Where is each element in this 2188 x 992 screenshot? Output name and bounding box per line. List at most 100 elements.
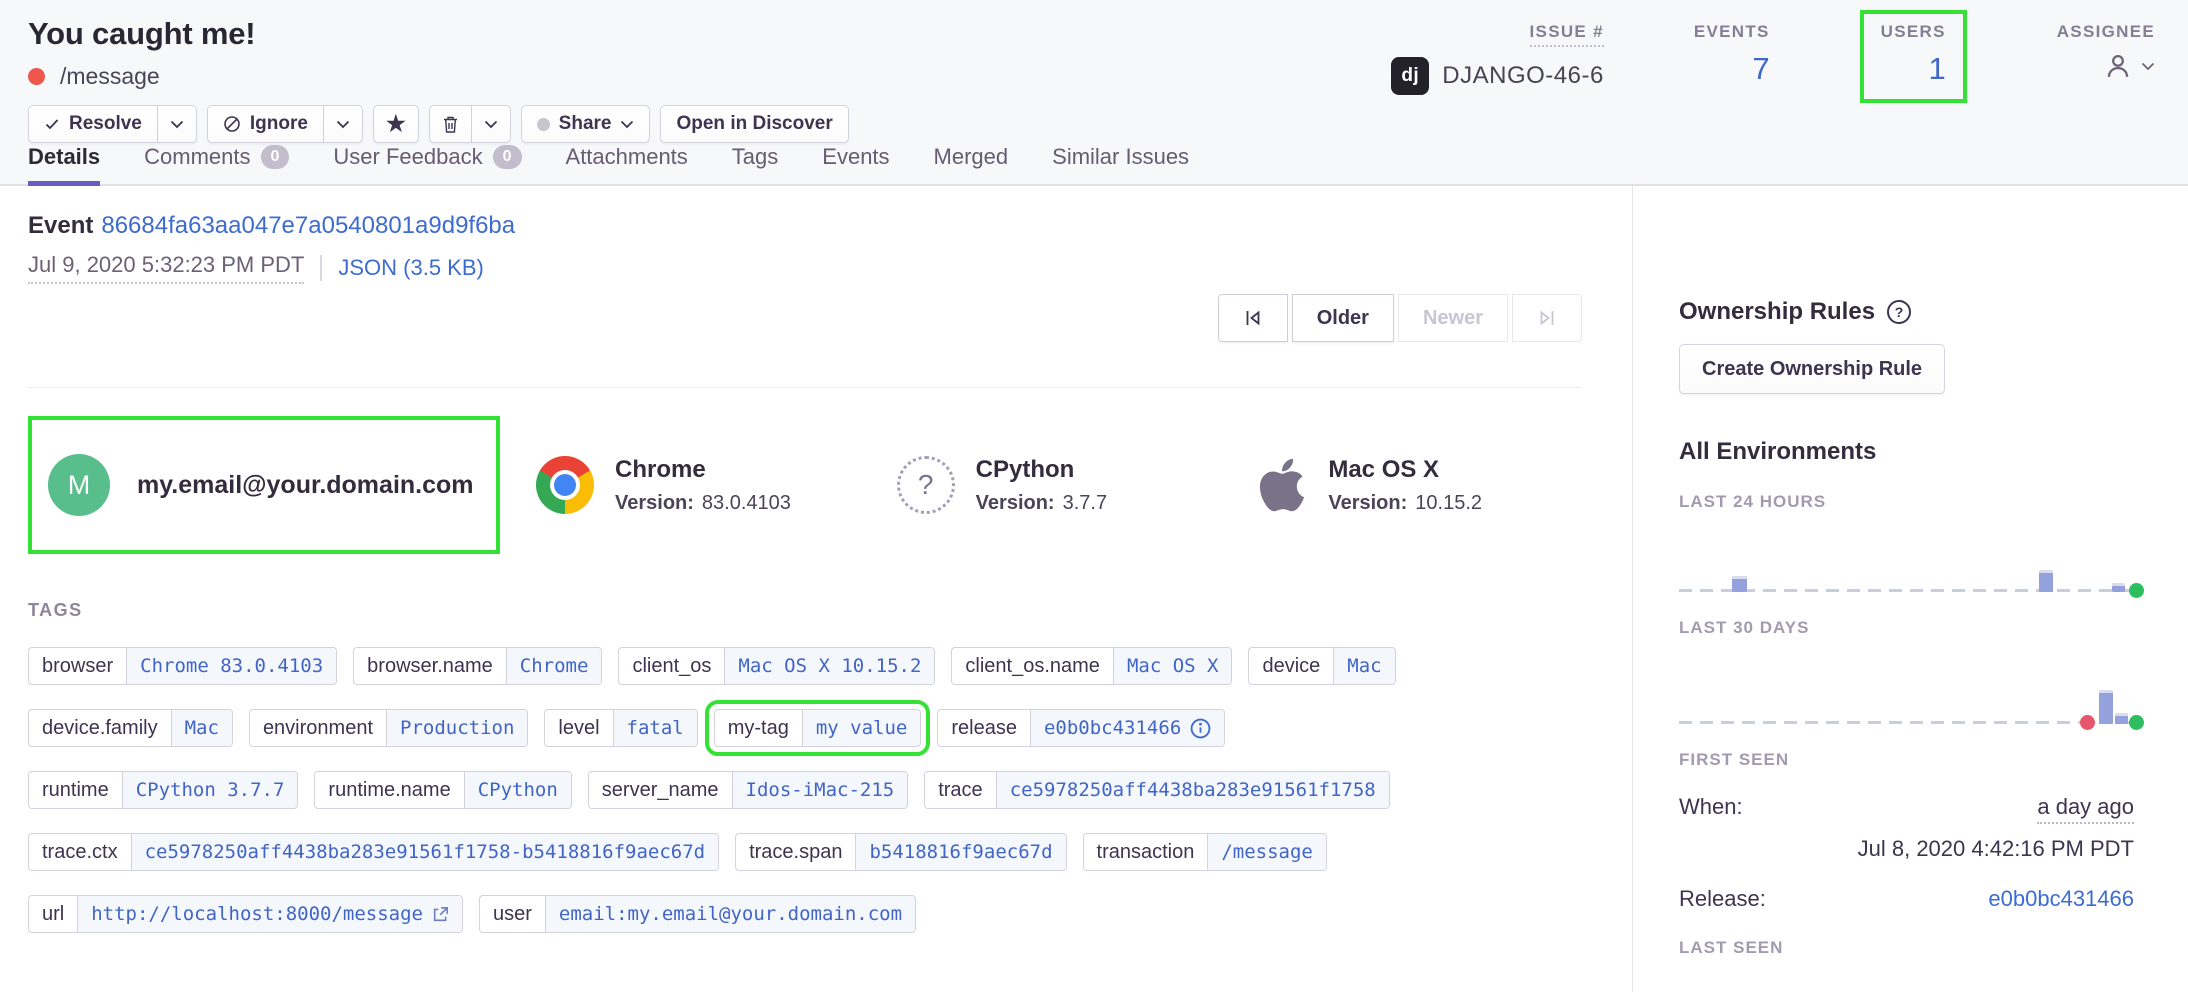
tab-count-badge: 0 bbox=[493, 145, 522, 169]
tab-tags[interactable]: Tags bbox=[732, 144, 778, 186]
tag-key: server_name bbox=[589, 772, 733, 808]
tag-value-link[interactable]: e0b0bc431466 bbox=[1031, 710, 1224, 746]
tag-value-link[interactable]: Mac OS X bbox=[1114, 648, 1232, 684]
apple-logo-icon bbox=[1257, 455, 1307, 515]
tab-details[interactable]: Details bbox=[28, 144, 100, 186]
tag-value-link[interactable]: ce5978250aff4438ba283e91561f1758-b541881… bbox=[132, 834, 719, 870]
resolve-dropdown-button[interactable] bbox=[158, 105, 197, 143]
tag-value-link[interactable]: ce5978250aff4438ba283e91561f1758 bbox=[997, 772, 1389, 808]
browser-name: Chrome bbox=[615, 456, 791, 484]
tab-similar-issues[interactable]: Similar Issues bbox=[1052, 144, 1189, 186]
tag-pill-device-family: device.familyMac bbox=[28, 709, 233, 747]
skip-to-oldest-icon bbox=[1243, 309, 1263, 327]
first-seen-release-row: Release: e0b0bc431466 bbox=[1679, 886, 2134, 912]
tab-label: Attachments bbox=[566, 144, 688, 170]
tab-label: Comments bbox=[144, 144, 250, 170]
tab-count-badge: 0 bbox=[261, 145, 290, 169]
tag-key: runtime bbox=[29, 772, 123, 808]
trash-icon bbox=[442, 115, 459, 134]
json-download-link[interactable]: JSON (3.5 KB) bbox=[338, 255, 483, 281]
oldest-event-button[interactable] bbox=[1218, 294, 1288, 342]
assignee-dropdown[interactable] bbox=[2057, 50, 2155, 82]
tag-value-link[interactable]: fatal bbox=[614, 710, 697, 746]
user-avatar: M bbox=[48, 454, 110, 516]
tag-value-link[interactable]: my value bbox=[803, 710, 921, 746]
newer-event-button[interactable]: Newer bbox=[1398, 294, 1508, 342]
chrome-logo-icon bbox=[536, 456, 594, 514]
issue-header-left: You caught me! /message Resolve bbox=[28, 16, 849, 140]
ownership-rules-title: Ownership Rules ? bbox=[1679, 298, 2134, 326]
tag-value-link[interactable]: email:my.email@your.domain.com bbox=[546, 896, 915, 932]
delete-dropdown-button[interactable] bbox=[472, 105, 511, 143]
tab-merged[interactable]: Merged bbox=[934, 144, 1009, 186]
environments-title: All Environments bbox=[1679, 438, 2134, 466]
tag-value-link[interactable]: Chrome bbox=[507, 648, 602, 684]
tag-value-link[interactable]: Idos-iMac-215 bbox=[733, 772, 908, 808]
tab-comments[interactable]: Comments 0 bbox=[144, 144, 289, 186]
runtime-context-card: ? CPython Version:3.7.7 bbox=[861, 456, 1222, 515]
share-button[interactable]: Share bbox=[521, 105, 651, 143]
help-question-icon[interactable]: ? bbox=[1887, 300, 1911, 324]
tag-value-link[interactable]: Mac OS X 10.15.2 bbox=[725, 648, 934, 684]
issue-number-label: ISSUE # bbox=[1530, 22, 1604, 47]
tag-value-link[interactable]: Production bbox=[387, 710, 527, 746]
event-id-link[interactable]: 86684fa63aa047e7a0540801a9d9f6ba bbox=[101, 212, 515, 239]
tag-pill-client-os: client_osMac OS X 10.15.2 bbox=[618, 647, 935, 685]
tag-value-link[interactable]: CPython bbox=[465, 772, 571, 808]
tag-key: transaction bbox=[1084, 834, 1209, 870]
tab-label: Tags bbox=[732, 144, 778, 170]
django-project-icon[interactable]: dj bbox=[1391, 57, 1429, 95]
stat-events: EVENTS 7 bbox=[1694, 22, 1770, 87]
tag-value-link[interactable]: /message bbox=[1208, 834, 1326, 870]
issue-short-id: dj DJANGO-46-6 bbox=[1391, 57, 1604, 95]
tag-pill-environment: environmentProduction bbox=[249, 709, 528, 747]
tab-user-feedback[interactable]: User Feedback0 bbox=[333, 144, 521, 186]
stat-users: USERS 1 bbox=[1860, 22, 1967, 103]
tag-key: trace.span bbox=[736, 834, 856, 870]
event-pagination: Older Newer bbox=[1218, 294, 1582, 342]
last-30-days-label: LAST 30 DAYS bbox=[1679, 618, 2134, 638]
tag-value-link[interactable]: Mac bbox=[172, 710, 232, 746]
chart-bar bbox=[2112, 583, 2125, 592]
tab-attachments[interactable]: Attachments bbox=[566, 144, 688, 186]
open-in-discover-button[interactable]: Open in Discover bbox=[660, 105, 848, 143]
chart-bar bbox=[1732, 576, 1747, 592]
issue-sidebar: Ownership Rules ? Create Ownership Rule … bbox=[1633, 186, 2188, 992]
events-count[interactable]: 7 bbox=[1694, 51, 1770, 87]
chart-bar bbox=[2115, 713, 2128, 724]
chevron-down-icon bbox=[620, 120, 634, 129]
tag-pill-trace: tracece5978250aff4438ba283e91561f1758 bbox=[924, 771, 1390, 809]
latest-event-marker bbox=[2129, 715, 2144, 730]
ignore-button[interactable]: Ignore bbox=[207, 105, 324, 143]
tag-value-link[interactable]: CPython 3.7.7 bbox=[123, 772, 298, 808]
culprit-row: /message bbox=[28, 63, 849, 90]
tag-value-link[interactable]: b5418816f9aec67d bbox=[856, 834, 1065, 870]
chevron-down-icon bbox=[2141, 62, 2155, 71]
event-details-panel: Event86684fa63aa047e7a0540801a9d9f6ba Ju… bbox=[0, 186, 1633, 992]
create-ownership-rule-button[interactable]: Create Ownership Rule bbox=[1679, 344, 1945, 394]
older-event-button[interactable]: Older bbox=[1292, 294, 1394, 342]
tag-key: release bbox=[938, 710, 1031, 746]
external-link-icon[interactable] bbox=[432, 906, 449, 923]
tab-bar: DetailsComments0User Feedback0Attachment… bbox=[0, 140, 2188, 186]
tag-value-link[interactable]: Mac bbox=[1334, 648, 1394, 684]
release-link[interactable]: e0b0bc431466 bbox=[1988, 886, 2134, 912]
tag-key: device.family bbox=[29, 710, 172, 746]
newest-event-button[interactable] bbox=[1512, 294, 1582, 342]
users-count[interactable]: 1 bbox=[1881, 51, 1946, 87]
resolve-button[interactable]: Resolve bbox=[28, 105, 158, 143]
tag-value-link[interactable]: Chrome 83.0.4103 bbox=[127, 648, 336, 684]
ignore-dropdown-button[interactable] bbox=[324, 105, 363, 143]
first-seen-label: FIRST SEEN bbox=[1679, 750, 2134, 770]
release-info-icon[interactable] bbox=[1190, 718, 1211, 739]
tag-key: trace bbox=[925, 772, 996, 808]
tag-pill-runtime-name: runtime.nameCPython bbox=[314, 771, 571, 809]
user-context-card-highlighted: M my.email@your.domain.com bbox=[28, 416, 500, 554]
mute-icon bbox=[223, 115, 241, 133]
tag-value-link[interactable]: http://localhost:8000/message bbox=[78, 896, 462, 932]
tab-events[interactable]: Events bbox=[822, 144, 889, 186]
assignee-label: ASSIGNEE bbox=[2057, 22, 2155, 41]
tab-label: Merged bbox=[934, 144, 1009, 170]
bookmark-star-button[interactable]: ★ bbox=[373, 105, 419, 143]
delete-button[interactable] bbox=[429, 105, 472, 143]
